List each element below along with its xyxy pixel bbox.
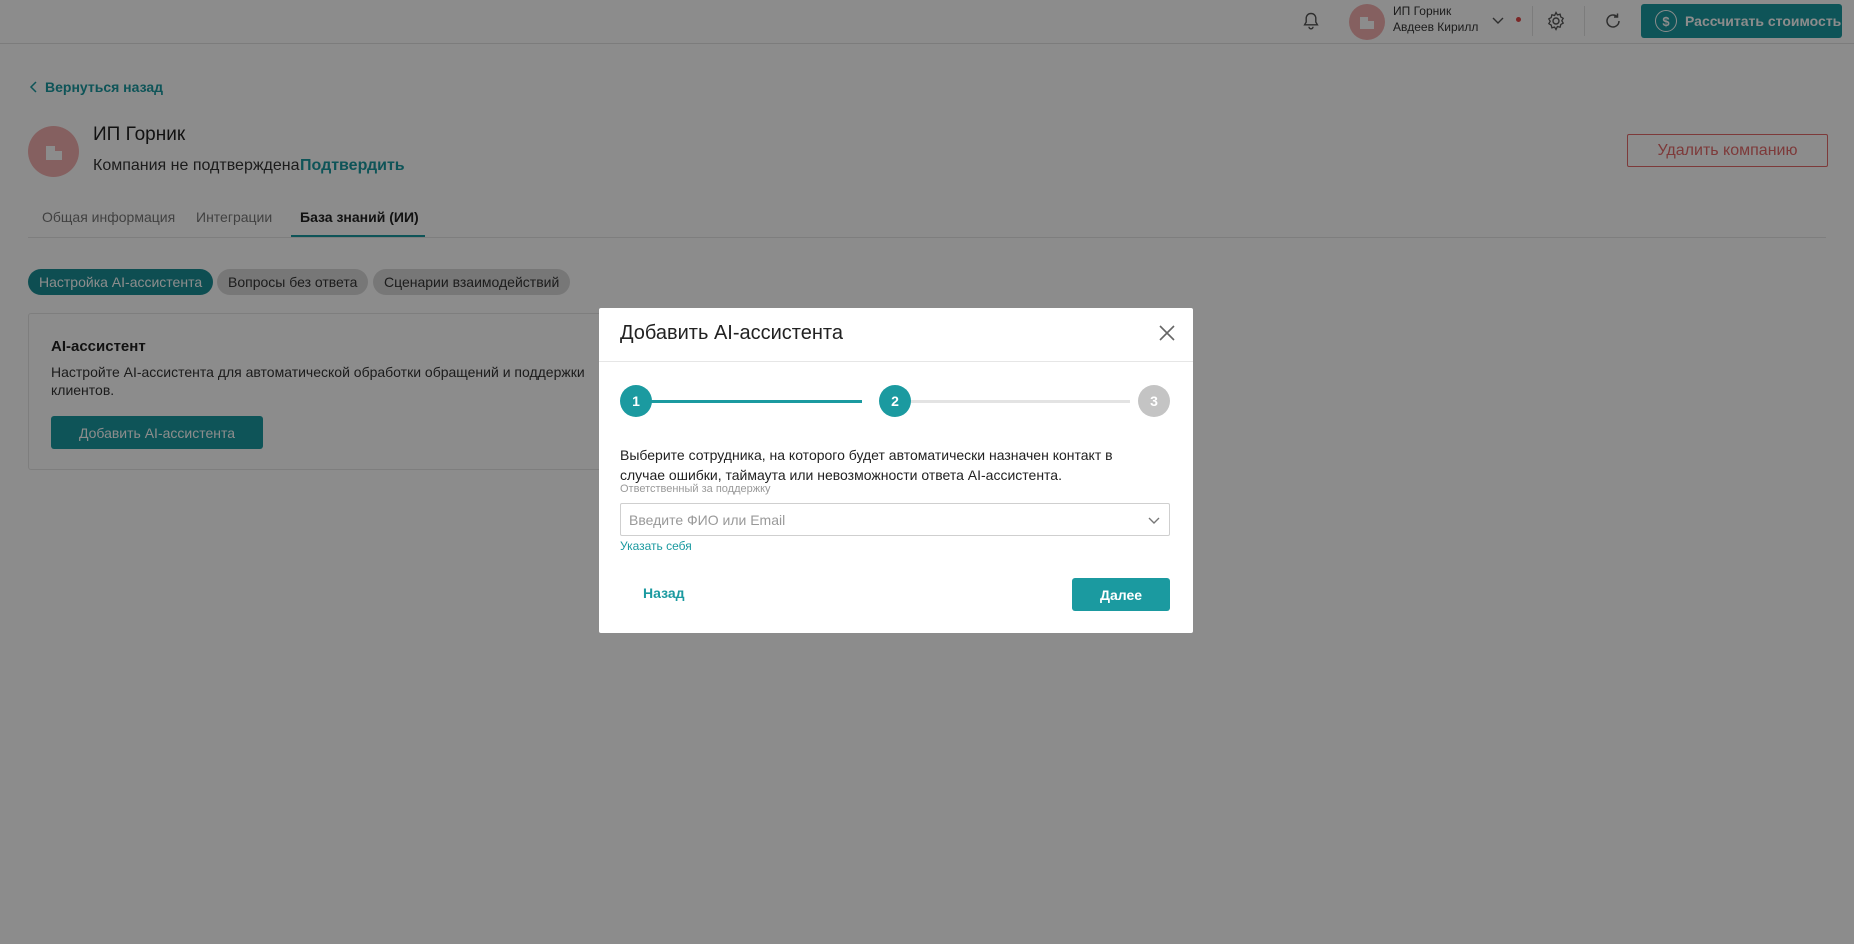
step-3: 3 <box>1138 385 1170 417</box>
dialog-description: Выберите сотрудника, на которого будет а… <box>620 447 1113 483</box>
back-button[interactable]: Назад <box>643 585 685 601</box>
add-ai-assistant-dialog: Добавить AI-ассистента 1 2 3 Выберите со… <box>599 308 1193 633</box>
close-icon[interactable] <box>1157 323 1177 343</box>
stepper-line-pending <box>894 400 1130 403</box>
step-2: 2 <box>879 385 911 417</box>
step-1: 1 <box>620 385 652 417</box>
stepper-line-done <box>651 400 862 403</box>
assign-self-link[interactable]: Указать себя <box>620 539 692 553</box>
dialog-divider <box>599 361 1193 362</box>
responsible-select-placeholder: Введите ФИО или Email <box>629 511 786 528</box>
responsible-field-label: Ответственный за поддержку <box>620 483 771 495</box>
next-button[interactable]: Далее <box>1072 578 1170 611</box>
chevron-down-icon <box>1148 517 1160 524</box>
dialog-title: Добавить AI-ассистента <box>620 322 843 344</box>
responsible-select[interactable]: Введите ФИО или Email <box>620 503 1170 536</box>
